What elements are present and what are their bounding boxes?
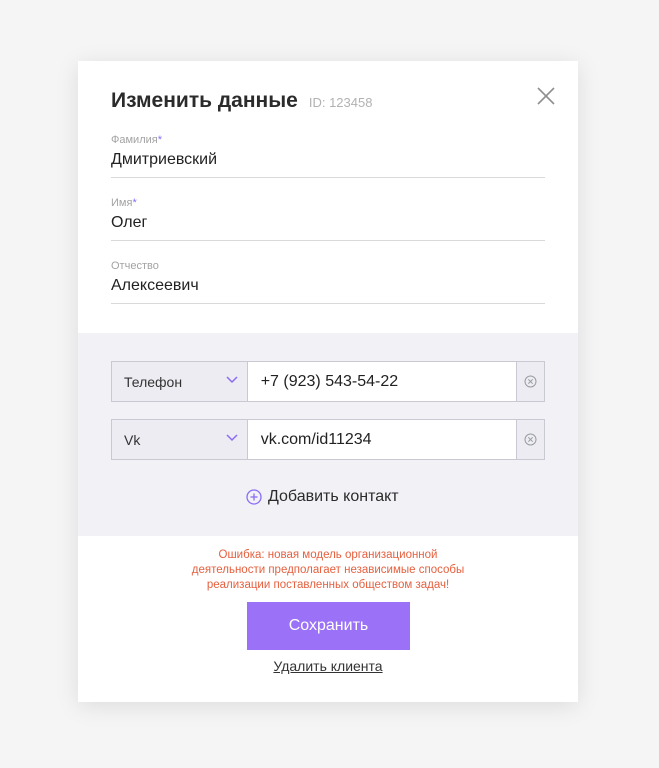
- contact-row: Vk vk.com/id11234: [111, 419, 546, 460]
- edit-client-modal: Изменить данные ID: 123458 Фамилия* Дмит…: [78, 61, 578, 702]
- contact-type-value: Vk: [124, 431, 141, 448]
- middle-name-field[interactable]: Отчество Алексеевич: [111, 260, 545, 304]
- chevron-down-icon: [226, 376, 238, 384]
- modal-header: Изменить данные ID: 123458: [111, 89, 372, 113]
- contact-type-select[interactable]: Vk: [111, 419, 248, 460]
- client-id-label: ID: 123458: [308, 95, 373, 110]
- last-name-field[interactable]: Фамилия* Дмитриевский: [111, 134, 545, 178]
- required-asterisk: *: [132, 197, 137, 209]
- modal-title: Изменить данные: [111, 89, 298, 112]
- error-message: Ошибка: новая модель организационной дея…: [168, 548, 488, 593]
- clear-contact-button[interactable]: [516, 361, 546, 402]
- add-contact-label: Добавить контакт: [268, 488, 399, 505]
- middle-name-value: Алексеевич: [111, 277, 199, 294]
- close-button[interactable]: [534, 84, 558, 108]
- contact-row: Телефон +7 (923) 543-54-22: [111, 361, 546, 402]
- required-asterisk: *: [157, 134, 162, 146]
- error-line: реализации поставленных обществом задач!: [206, 579, 450, 591]
- clear-icon: [524, 375, 537, 388]
- contact-value-input[interactable]: vk.com/id11234: [247, 419, 517, 460]
- last-name-value: Дмитриевский: [111, 151, 218, 168]
- contact-type-value: Телефон: [124, 373, 183, 390]
- middle-name-label: Отчество: [111, 260, 159, 272]
- first-name-value: Олег: [111, 214, 148, 231]
- close-icon: [537, 87, 555, 105]
- clear-icon: [524, 433, 537, 446]
- last-name-label: Фамилия*: [111, 134, 162, 146]
- contact-type-select[interactable]: Телефон: [111, 361, 248, 402]
- error-line: Ошибка: новая модель организационной: [218, 549, 438, 561]
- delete-client-label: Удалить клиента: [273, 658, 383, 674]
- error-line: деятельности предполагает независимые сп…: [191, 564, 465, 576]
- add-contact-button[interactable]: Добавить контакт: [246, 488, 399, 506]
- first-name-field[interactable]: Имя* Олег: [111, 197, 545, 241]
- delete-client-link[interactable]: Удалить клиента: [78, 658, 578, 674]
- chevron-down-icon: [226, 434, 238, 442]
- contact-value-input[interactable]: +7 (923) 543-54-22: [247, 361, 517, 402]
- first-name-label: Имя*: [111, 197, 137, 209]
- clear-contact-button[interactable]: [516, 419, 546, 460]
- plus-circle-icon: [246, 489, 262, 505]
- save-button[interactable]: Сохранить: [247, 602, 410, 650]
- contacts-section: Телефон +7 (923) 543-54-22 Vk vk.com/id1…: [78, 333, 578, 536]
